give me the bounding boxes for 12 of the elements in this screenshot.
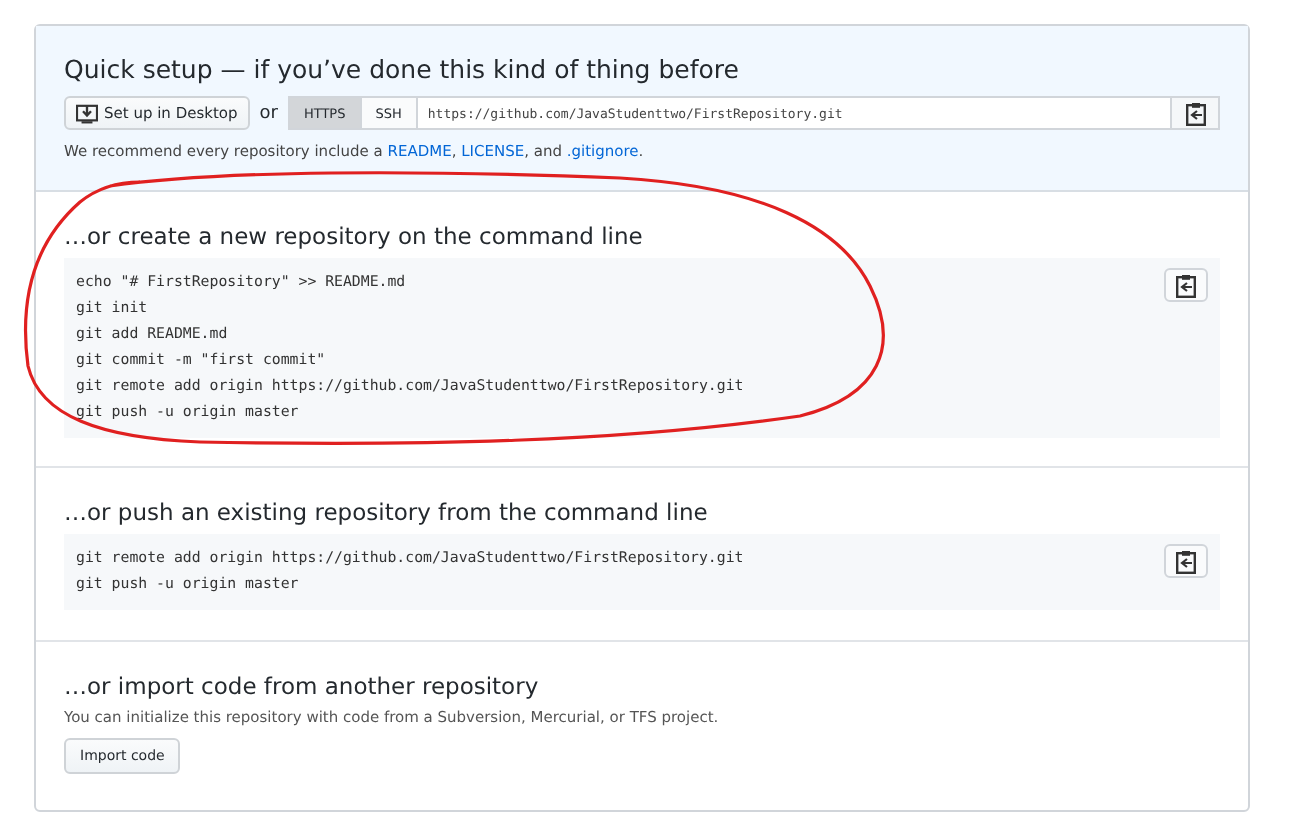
clipboard-icon <box>1176 549 1196 573</box>
download-icon <box>76 103 98 123</box>
section-heading: Quick setup — if you’ve done this kind of thing before <box>64 54 741 84</box>
or-label: or <box>259 103 278 123</box>
section-heading: …or push an existing repository from the command line <box>64 498 710 526</box>
copy-button[interactable] <box>1172 96 1220 130</box>
copy-button[interactable] <box>1164 544 1208 578</box>
section-heading: …or create a new repository on the command line <box>64 222 645 250</box>
copy-button[interactable] <box>1164 268 1208 302</box>
clipboard-icon <box>1176 273 1196 297</box>
section-heading: …or import code from another repository <box>64 672 541 700</box>
clipboard-icon <box>1185 101 1205 125</box>
